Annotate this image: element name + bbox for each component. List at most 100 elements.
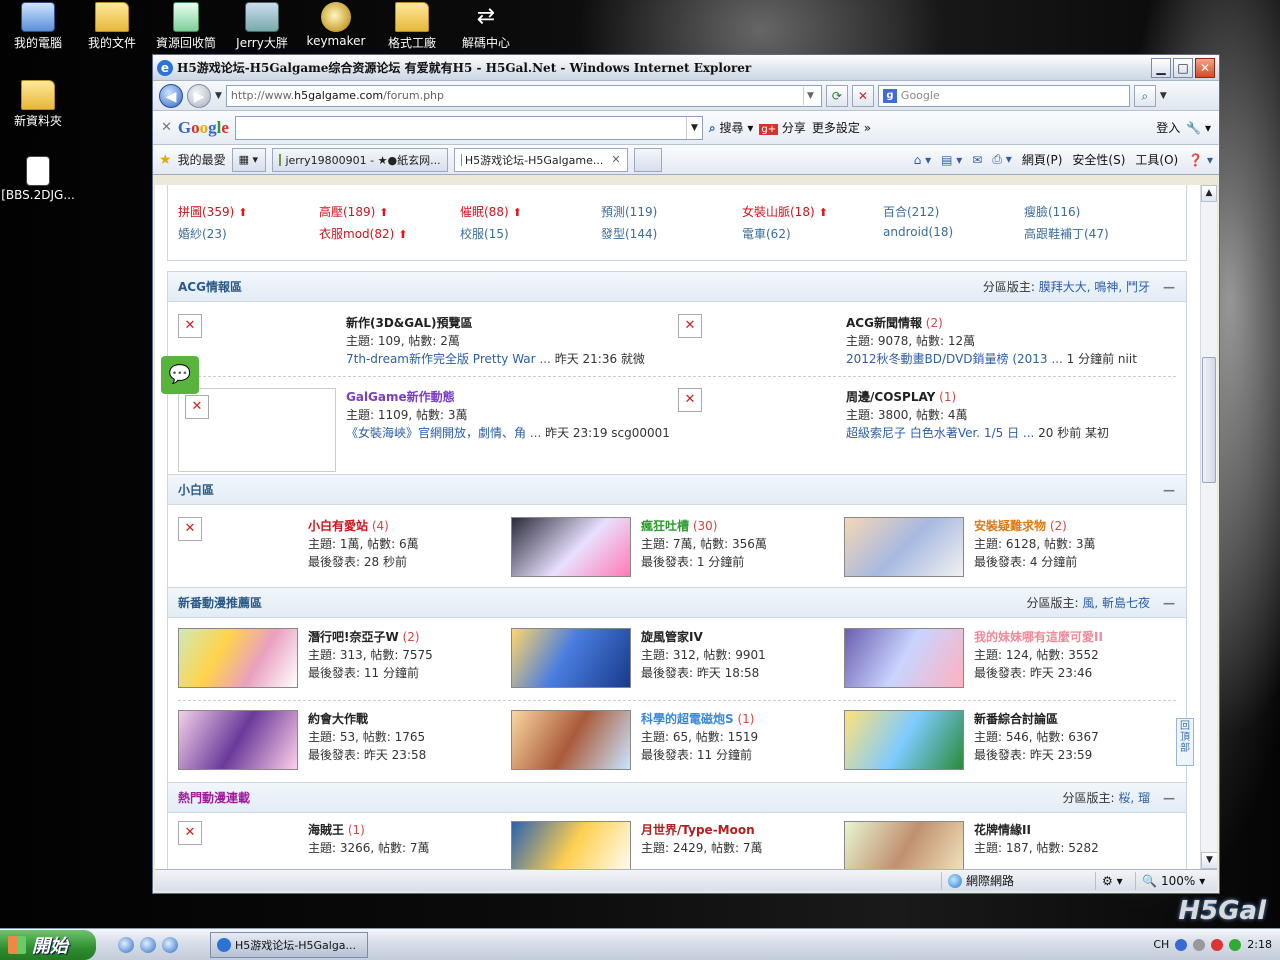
maximize-button[interactable]: □: [1173, 57, 1193, 78]
network-icon[interactable]: [1175, 938, 1188, 951]
collapse-icon[interactable]: —: [1162, 791, 1176, 805]
board-name[interactable]: 小白有愛站: [308, 519, 368, 533]
tag-link[interactable]: 拼圖(359) ⬆: [178, 203, 319, 225]
tag-link[interactable]: 催眠(88) ⬆: [460, 203, 601, 225]
url-input[interactable]: http://www. h5galgame.com/forum.php ▼: [225, 84, 822, 107]
scroll-down-button[interactable]: ▼: [1201, 852, 1217, 869]
board-name[interactable]: 旋風管家IV: [641, 630, 703, 644]
tag-link[interactable]: 高壓(189) ⬆: [319, 203, 460, 225]
board-icon[interactable]: ✕: [178, 314, 202, 338]
forward-button[interactable]: ▶: [187, 83, 211, 108]
wrench-icon[interactable]: 🔧 ▾: [1186, 121, 1211, 135]
mail-icon[interactable]: ✉: [972, 153, 982, 167]
section-title[interactable]: 小白區: [178, 481, 214, 498]
desktop-icon-jerry[interactable]: Jerry大胖: [224, 2, 300, 51]
volume-icon[interactable]: [1193, 938, 1206, 951]
search-input[interactable]: g Google: [877, 84, 1130, 107]
board-name[interactable]: 安裝疑難求物: [974, 519, 1046, 533]
search-button[interactable]: ⌕: [1133, 84, 1156, 107]
tag-link[interactable]: 預測(119): [601, 203, 742, 225]
collapse-icon[interactable]: —: [1162, 596, 1176, 610]
feeds-icon[interactable]: ▤ ▾: [941, 153, 962, 167]
board-name[interactable]: 月世界/Type-Moon: [641, 823, 755, 837]
board-thumbnail[interactable]: [511, 710, 631, 770]
board-thumbnail[interactable]: [844, 710, 964, 770]
back-to-top-button[interactable]: 回頂部: [1176, 718, 1194, 766]
board-icon[interactable]: ✕: [178, 517, 298, 571]
tab-h5[interactable]: H5游戏论坛-H5Galgame... ✕: [453, 147, 628, 172]
tag-link[interactable]: 百合(212): [883, 203, 1024, 225]
desktop-icon-my-documents[interactable]: 我的文件: [74, 2, 150, 51]
tab-jerry[interactable]: jerry19800901 - ★●紙玄网...: [271, 147, 448, 172]
home-icon[interactable]: ⌂ ▾: [914, 153, 931, 167]
protected-mode-icon[interactable]: ⚙ ▾: [1095, 871, 1135, 890]
section-title[interactable]: 新番動漫推薦區: [178, 594, 262, 611]
board-thumbnail[interactable]: [511, 517, 631, 577]
section-title[interactable]: 熱門動漫連載: [178, 789, 250, 806]
refresh-button[interactable]: ⟳: [825, 84, 848, 107]
start-button[interactable]: 開始: [0, 929, 96, 960]
zoom-control[interactable]: 🔍 100% ▾: [1135, 871, 1217, 890]
board-name[interactable]: 花牌情緣II: [974, 823, 1031, 837]
update-icon[interactable]: [1229, 938, 1242, 951]
print-icon[interactable]: ⎙ ▾: [992, 152, 1011, 167]
board-name[interactable]: 潛行吧!奈亞子W: [308, 630, 399, 644]
tag-link[interactable]: android(18): [883, 225, 1024, 247]
ie-quicklaunch-icon[interactable]: [140, 936, 156, 953]
history-dropdown-icon[interactable]: ▼: [215, 91, 222, 101]
board-thumbnail[interactable]: [178, 710, 298, 770]
close-button[interactable]: ✕: [1195, 57, 1215, 78]
scroll-thumb[interactable]: [1202, 357, 1216, 483]
desktop-icon-recycle-bin[interactable]: 資源回收筒: [148, 2, 224, 51]
last-post-link[interactable]: 超級索尼子 白色水著Ver. 1/5 日 ...: [846, 426, 1034, 440]
board-name[interactable]: 我的妹妹哪有這麼可愛II: [974, 630, 1103, 644]
new-tab-button[interactable]: [633, 147, 662, 172]
close-toolbar-icon[interactable]: ✕: [161, 120, 172, 135]
language-indicator[interactable]: CH: [1153, 938, 1169, 951]
board-name[interactable]: 約會大作戰: [308, 712, 368, 726]
scroll-up-button[interactable]: ▲: [1201, 185, 1217, 202]
tag-link[interactable]: 校服(15): [460, 225, 601, 247]
share-button[interactable]: g+ 分享: [759, 119, 806, 136]
url-dropdown-icon[interactable]: ▼: [802, 86, 817, 105]
tools-menu[interactable]: 工具(O): [1135, 151, 1178, 168]
section-title[interactable]: ACG情報區: [178, 278, 242, 295]
stop-button[interactable]: ✕: [851, 84, 874, 107]
board-name[interactable]: 新番綜合討論區: [974, 712, 1058, 726]
board-name[interactable]: 新作(3D&GAL)預覽區: [346, 316, 473, 330]
more-settings-button[interactable]: 更多設定 »: [812, 119, 871, 136]
tag-link[interactable]: 發型(144): [601, 225, 742, 247]
login-link[interactable]: 登入: [1156, 119, 1180, 136]
safety-menu[interactable]: 安全性(S): [1072, 151, 1125, 168]
board-name[interactable]: GalGame新作動態: [346, 390, 455, 404]
collapse-icon[interactable]: —: [1162, 280, 1176, 294]
google-search-dropdown-icon[interactable]: ▼: [685, 116, 702, 139]
desktop-icon-keymaker[interactable]: keymaker: [298, 2, 374, 48]
favorites-label[interactable]: 我的最愛: [178, 151, 226, 168]
last-post-link[interactable]: 7th-dream新作完全版 Pretty War ...: [346, 352, 551, 366]
minimize-button[interactable]: ▁: [1151, 57, 1171, 78]
tag-link[interactable]: 女裝山脈(18) ⬆: [742, 203, 883, 225]
google-search-button[interactable]: ⌕ 搜尋 ▾: [709, 119, 753, 136]
board-name[interactable]: ACG新聞情報: [846, 316, 922, 330]
last-post-link[interactable]: 《女裝海峽》官網開放，劇情、角 ...: [346, 426, 541, 440]
search-options-icon[interactable]: ▼: [1160, 91, 1167, 101]
back-button[interactable]: ◀: [159, 83, 183, 108]
clock[interactable]: 2:18: [1247, 938, 1272, 951]
moderator-links[interactable]: 風, 斬島七夜: [1082, 596, 1150, 610]
tag-link[interactable]: 衣服mod(82) ⬆: [319, 225, 460, 247]
favorites-star-icon[interactable]: ★: [159, 152, 172, 168]
wechat-share-icon[interactable]: 💬: [161, 356, 199, 394]
board-name[interactable]: 科學的超電磁炮S: [641, 712, 734, 726]
board-thumbnail[interactable]: [844, 821, 964, 869]
tag-link[interactable]: 電車(62): [742, 225, 883, 247]
desktop-icon-format-factory[interactable]: 格式工廠: [374, 2, 450, 51]
google-search-input[interactable]: ▼: [234, 115, 703, 140]
board-thumbnail[interactable]: [178, 628, 298, 688]
show-desktop-icon[interactable]: [162, 936, 178, 953]
board-thumbnail[interactable]: [844, 628, 964, 688]
help-icon[interactable]: ❓ ▾: [1188, 153, 1213, 167]
antivirus-icon[interactable]: [1211, 938, 1224, 951]
board-icon[interactable]: ✕: [178, 821, 298, 857]
title-bar[interactable]: e H5游戏论坛-H5Galgame综合资源论坛 有爱就有H5 - H5Gal.…: [153, 55, 1219, 81]
